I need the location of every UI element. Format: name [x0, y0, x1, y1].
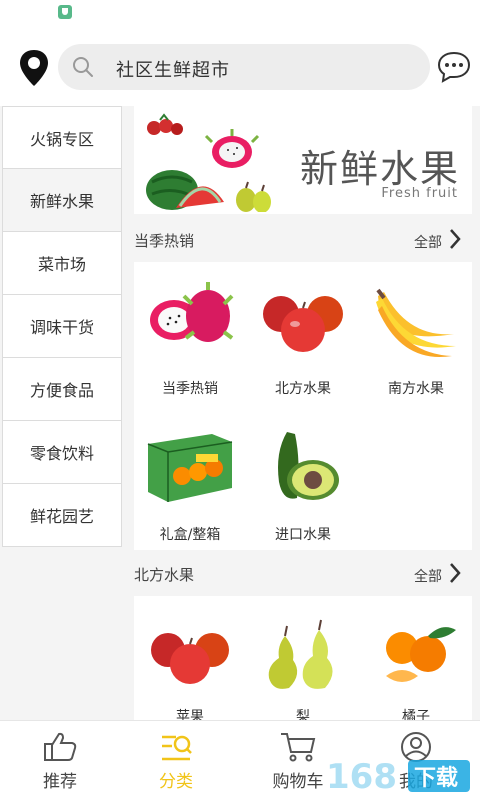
- category-label: 当季热销: [162, 381, 218, 397]
- sidebar-item-label: 菜市场: [37, 255, 86, 274]
- sidebar-item-flowers[interactable]: 鲜花园艺: [2, 484, 122, 547]
- tab-category[interactable]: 分类: [116, 721, 236, 800]
- category-label: 北方水果: [275, 381, 331, 397]
- banner-subtitle: Fresh fruit: [381, 186, 458, 201]
- northern-fruit-grid: 苹果 梨 橘子: [134, 596, 472, 720]
- watermark-logo: 168 168 下载: [325, 756, 470, 796]
- message-icon[interactable]: [436, 50, 472, 84]
- header: 社区生鲜超市: [0, 28, 480, 106]
- product-tile[interactable]: 苹果: [134, 618, 246, 720]
- seasonal-category-grid: 当季热销 北方水果 南方水果 礼盒/整箱 进口水果: [134, 262, 472, 550]
- orange-gift-box-image: [147, 434, 233, 502]
- section-header-seasonal: 当季热销 全部: [134, 224, 472, 252]
- sidebar-item-label: 零食饮料: [29, 444, 94, 463]
- tab-label: 推荐: [43, 772, 77, 792]
- pears-image: [268, 619, 333, 689]
- sidebar-item-label: 新鲜水果: [29, 192, 94, 211]
- svg-text:168: 168: [326, 757, 397, 796]
- bananas-image: [376, 288, 456, 358]
- category-content: 新鲜水果 Fresh fruit 当季热销 全部 当季热销 北方水果 南方水果 …: [122, 106, 480, 720]
- category-tile[interactable]: 进口水果: [247, 422, 359, 544]
- product-label: 橘子: [402, 709, 430, 720]
- section-title: 当季热销: [134, 232, 195, 250]
- sidebar-item-snacks-drinks[interactable]: 零食饮料: [2, 421, 122, 484]
- category-label: 南方水果: [388, 381, 444, 397]
- apples-image: [151, 633, 229, 684]
- chevron-right-icon[interactable]: [448, 228, 462, 250]
- category-tile[interactable]: 南方水果: [360, 276, 472, 398]
- category-label: 礼盒/整箱: [159, 527, 221, 543]
- product-tile[interactable]: 梨: [247, 618, 359, 720]
- status-bar: [0, 0, 480, 28]
- sidebar-item-vegetable-market[interactable]: 菜市场: [2, 232, 122, 295]
- sidebar-item-label: 火锅专区: [29, 129, 94, 149]
- search-input[interactable]: 社区生鲜超市: [116, 56, 230, 82]
- sidebar-item-label: 调味干货: [29, 318, 94, 337]
- search-icon: [72, 56, 94, 78]
- tab-label: 分类: [159, 772, 193, 792]
- thumbs-up-icon: [44, 732, 77, 761]
- tab-recommend[interactable]: 推荐: [0, 721, 120, 800]
- product-label: 梨: [296, 709, 310, 720]
- sidebar-item-instant-food[interactable]: 方便食品: [2, 358, 122, 421]
- sidebar-item-seasoning[interactable]: 调味干货: [2, 295, 122, 358]
- search-bar[interactable]: 社区生鲜超市: [58, 44, 430, 90]
- sidebar-item-fresh-fruit[interactable]: 新鲜水果: [2, 169, 122, 232]
- fresh-fruit-banner[interactable]: 新鲜水果 Fresh fruit: [134, 106, 472, 214]
- chevron-right-icon[interactable]: [448, 562, 462, 584]
- sidebar-item-hotpot[interactable]: 火锅专区: [2, 106, 122, 169]
- tangerines-image: [386, 627, 456, 682]
- view-all-link[interactable]: 全部: [414, 232, 442, 252]
- product-tile[interactable]: 橘子: [360, 618, 472, 720]
- category-tile[interactable]: 当季热销: [134, 276, 246, 398]
- shield-icon: [58, 5, 72, 19]
- apples-image: [263, 296, 343, 352]
- section-title: 北方水果: [134, 566, 195, 584]
- dragon-fruit-image: [150, 282, 234, 342]
- view-all-link[interactable]: 全部: [414, 566, 442, 586]
- svg-text:下载: 下载: [414, 765, 458, 791]
- section-header-northern-fruit: 北方水果 全部: [134, 558, 472, 586]
- sidebar-item-label: 鲜花园艺: [29, 507, 94, 526]
- category-tile[interactable]: 礼盒/整箱: [134, 422, 246, 544]
- sidebar-item-label: 方便食品: [29, 381, 94, 400]
- category-sidebar: 火锅专区 新鲜水果 菜市场 调味干货 方便食品 零食饮料 鲜花园艺: [2, 106, 122, 547]
- category-tile[interactable]: 北方水果: [247, 276, 359, 398]
- product-label: 苹果: [176, 709, 204, 720]
- category-search-icon: [162, 735, 192, 761]
- avocado-image: [278, 432, 339, 500]
- cart-icon: [281, 733, 316, 762]
- category-label: 进口水果: [275, 527, 331, 543]
- banner-title: 新鲜水果: [299, 147, 460, 191]
- location-pin-icon[interactable]: [16, 48, 52, 88]
- fruit-collage-image: [146, 113, 271, 212]
